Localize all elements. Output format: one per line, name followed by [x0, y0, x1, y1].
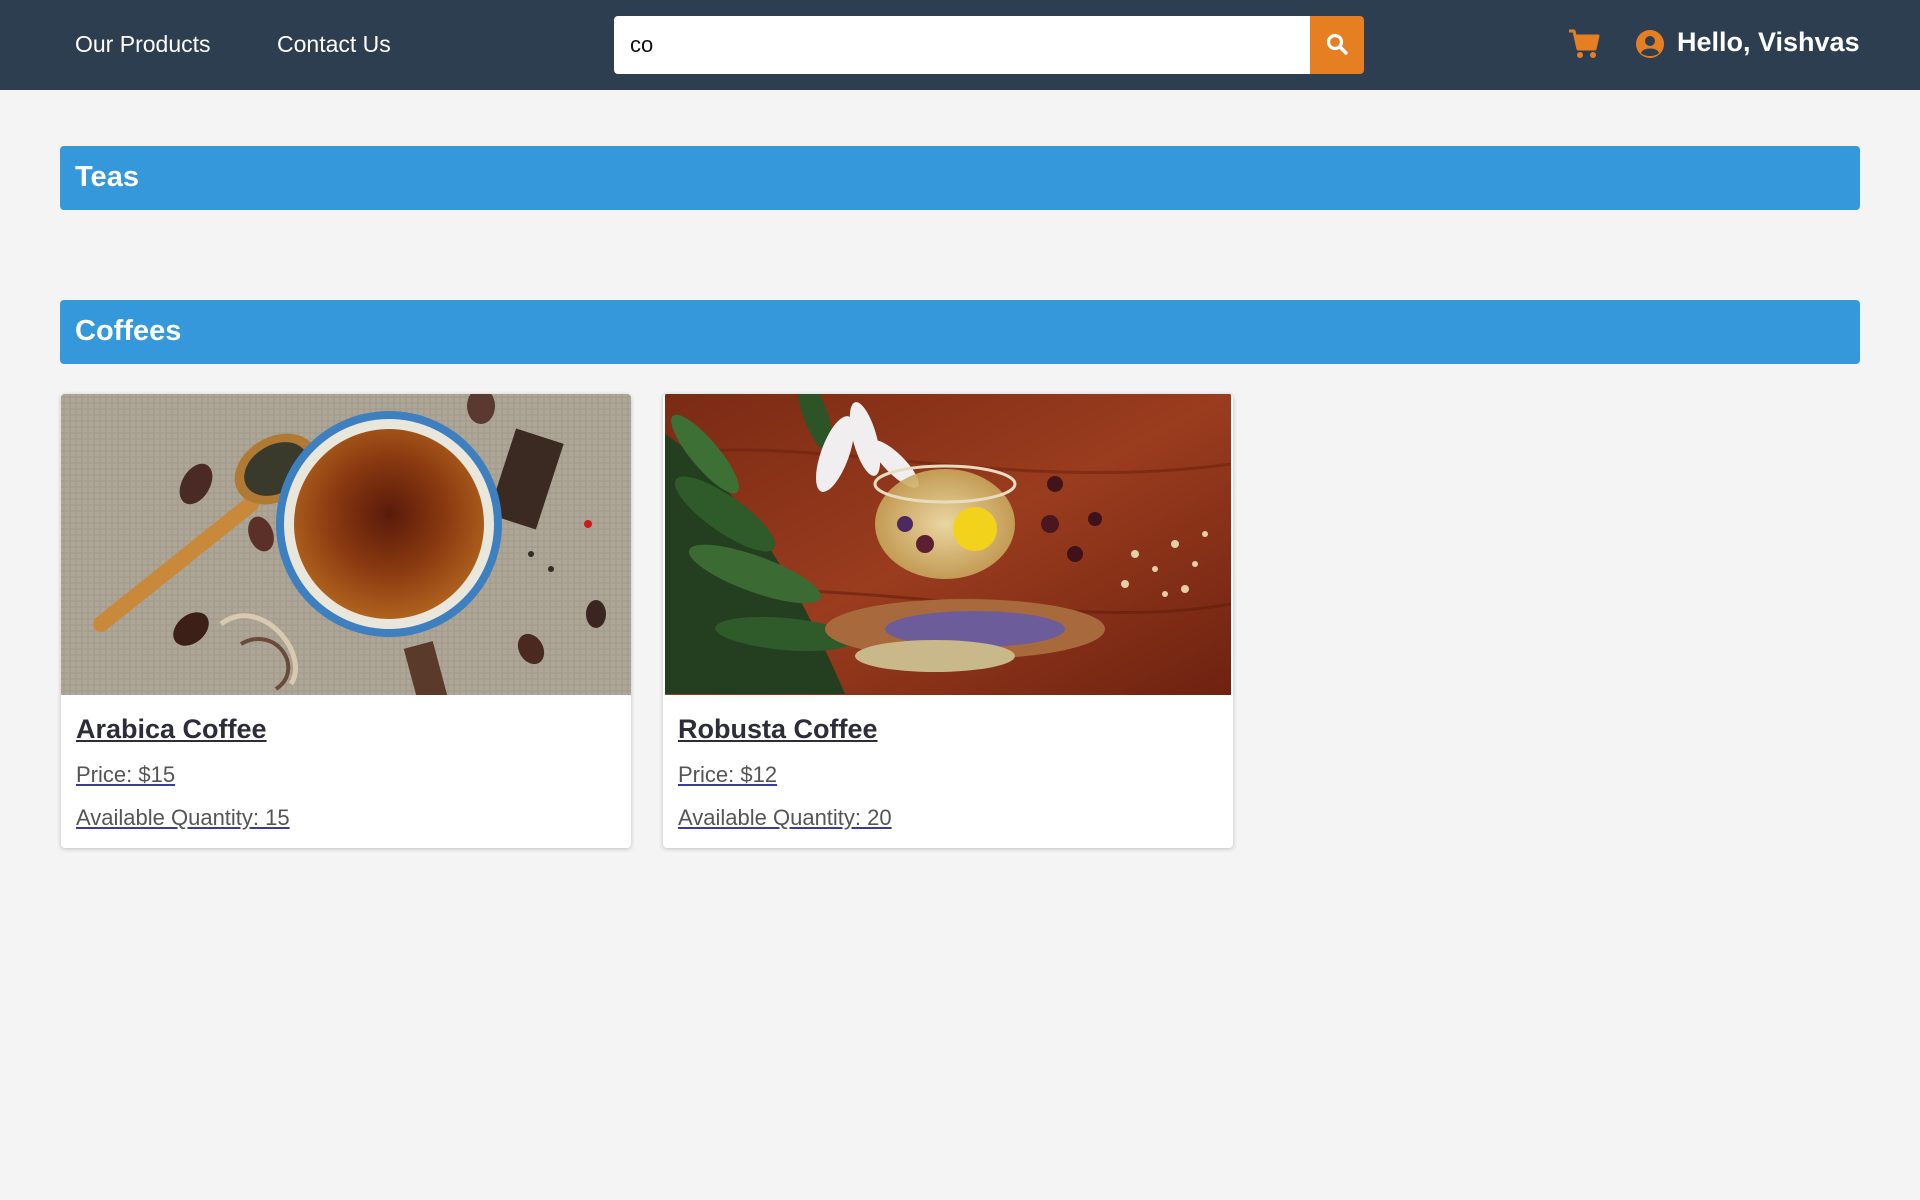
nav-our-products[interactable]: Our Products [75, 31, 211, 58]
search-button[interactable] [1310, 16, 1364, 74]
product-name[interactable]: Robusta Coffee [678, 714, 878, 745]
user-circle-icon [1636, 30, 1664, 58]
product-name[interactable]: Arabica Coffee [76, 714, 267, 745]
product-quantity[interactable]: Available Quantity: 20 [678, 805, 892, 831]
product-price[interactable]: Price: $12 [678, 762, 777, 788]
section-header-teas: Teas [60, 146, 1860, 210]
section-title-teas: Teas [75, 161, 139, 193]
nav-contact-us[interactable]: Contact Us [277, 31, 391, 58]
top-navigation-bar: Our Products Contact Us Hello, Vishva [0, 0, 1920, 90]
section-title-coffees: Coffees [75, 315, 182, 347]
search-bar [614, 16, 1364, 74]
product-card-arabica[interactable]: Arabica Coffee Price: $15 Available Quan… [61, 394, 631, 848]
product-image-arabica[interactable] [61, 394, 631, 695]
section-header-coffees: Coffees [60, 300, 1860, 364]
search-icon [1325, 32, 1349, 59]
search-input[interactable] [614, 16, 1310, 74]
product-price[interactable]: Price: $15 [76, 762, 175, 788]
product-card-robusta[interactable]: Robusta Coffee Price: $12 Available Quan… [663, 394, 1233, 848]
user-greeting[interactable]: Hello, Vishvas [1677, 27, 1860, 58]
product-quantity[interactable]: Available Quantity: 15 [76, 805, 290, 831]
cart-icon[interactable] [1568, 27, 1600, 61]
product-image-robusta[interactable] [665, 394, 1231, 695]
